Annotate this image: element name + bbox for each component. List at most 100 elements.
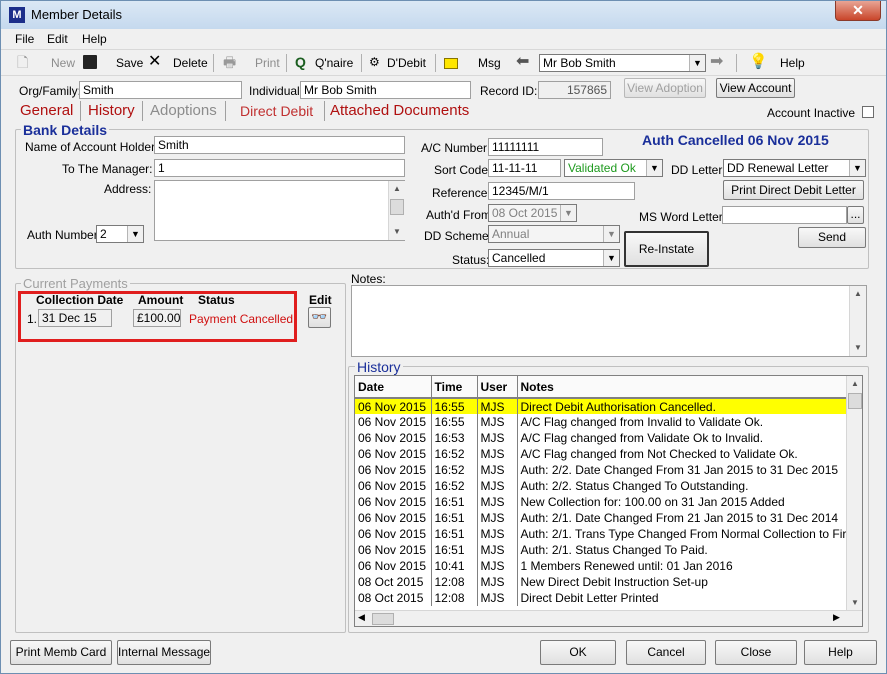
history-row[interactable]: 06 Nov 2015 10:41 MJS 1 Members Renewed unt…: [355, 558, 847, 574]
history-row[interactable]: 08 Oct 2015 12:08 MJS Direct Debit Letter P…: [355, 590, 847, 606]
scroll-thumb[interactable]: [848, 393, 862, 409]
close-button[interactable]: Close: [715, 640, 797, 665]
history-date-header[interactable]: Date: [355, 376, 432, 399]
dd-letter-label: DD Letter:: [671, 163, 726, 177]
tab-separator: [225, 101, 226, 121]
toolbar: 🗋 New Save ✕ Delete 🖶 Print Q Q'naire ⚙ …: [1, 49, 886, 76]
tab-direct-debit[interactable]: Direct Debit: [240, 103, 313, 119]
scroll-up-icon[interactable]: ▲: [389, 181, 405, 197]
help-bulb-icon: 💡: [749, 53, 768, 70]
history-row[interactable]: 06 Nov 2015 16:51 MJS Auth: 2/1. Date Chang…: [355, 510, 847, 526]
view-account-button[interactable]: View Account: [716, 78, 795, 98]
notes-scrollbar[interactable]: ▲ ▼: [849, 286, 866, 356]
ms-word-field[interactable]: [722, 206, 847, 224]
address-scrollbar[interactable]: ▲ ▼: [388, 181, 405, 240]
manager-field[interactable]: 1: [154, 159, 405, 177]
forward-arrow-icon[interactable]: ➡: [710, 54, 723, 70]
history-hscrollbar[interactable]: ◀ ▶: [355, 610, 862, 626]
scroll-down-icon[interactable]: ▼: [850, 340, 866, 356]
chevron-down-icon[interactable]: ▼: [560, 205, 576, 221]
print-dd-letter-button[interactable]: Print Direct Debit Letter: [723, 180, 864, 200]
org-family-field[interactable]: Smith: [79, 81, 242, 99]
history-vscrollbar[interactable]: ▲ ▼: [846, 376, 862, 611]
history-row[interactable]: 06 Nov 2015 16:51 MJS Auth: 2/1. Trans Type…: [355, 526, 847, 542]
status-select[interactable]: Cancelled ▼: [488, 249, 620, 267]
authd-from-value: 08 Oct 2015: [492, 206, 558, 220]
view-adoption-button[interactable]: View Adoption: [624, 78, 706, 98]
qnaire-button[interactable]: Q'naire: [315, 56, 353, 70]
help-button[interactable]: Help: [780, 56, 805, 70]
history-row[interactable]: 06 Nov 2015 16:52 MJS Auth: 2/2. Date Chang…: [355, 462, 847, 478]
history-row[interactable]: 06 Nov 2015 16:52 MJS A/C Flag changed from…: [355, 446, 847, 462]
tab-adoptions[interactable]: Adoptions: [150, 102, 217, 119]
history-row[interactable]: 06 Nov 2015 16:52 MJS Auth: 2/2. Status Cha…: [355, 478, 847, 494]
print-memb-card-button[interactable]: Print Memb Card: [10, 640, 112, 665]
history-cell-time: 16:53: [431, 430, 478, 446]
history-user-header[interactable]: User: [477, 376, 518, 399]
msg-button[interactable]: Msg: [478, 56, 501, 70]
auth-number-value: 2: [100, 227, 107, 241]
chevron-down-icon[interactable]: ▼: [127, 226, 143, 242]
new-button[interactable]: New: [51, 56, 75, 70]
dd-letter-select[interactable]: DD Renewal Letter ▼: [723, 159, 866, 177]
member-select[interactable]: Mr Bob Smith ▼: [539, 54, 706, 72]
history-row[interactable]: 06 Nov 2015 16:55 MJS A/C Flag changed from…: [355, 414, 847, 430]
record-id-field: 157865: [538, 81, 611, 99]
scroll-right-icon[interactable]: ▶: [833, 612, 840, 623]
cancel-button[interactable]: Cancel: [626, 640, 706, 665]
sort-code-field[interactable]: 11-11-11: [488, 159, 561, 177]
history-row[interactable]: 08 Oct 2015 12:08 MJS New Direct Debit Inst…: [355, 574, 847, 590]
individual-field[interactable]: Mr Bob Smith: [300, 81, 471, 99]
tab-history[interactable]: History: [88, 102, 135, 119]
scroll-thumb[interactable]: [372, 613, 394, 625]
authd-from-date[interactable]: 08 Oct 2015 ▼: [488, 204, 577, 222]
reference-field[interactable]: 12345/M/1: [488, 182, 635, 200]
menu-help[interactable]: Help: [82, 32, 107, 46]
internal-message-button[interactable]: Internal Message: [117, 640, 211, 665]
history-cell-time: 16:51: [431, 494, 478, 510]
history-notes-header[interactable]: Notes: [517, 376, 847, 399]
send-button[interactable]: Send: [798, 227, 866, 248]
history-row[interactable]: 06 Nov 2015 16:51 MJS Auth: 2/1. Status Cha…: [355, 542, 847, 558]
history-time-header[interactable]: Time: [431, 376, 478, 399]
scroll-left-icon[interactable]: ◀: [358, 612, 365, 623]
chevron-down-icon[interactable]: ▼: [849, 160, 865, 176]
validation-select[interactable]: Validated Ok ▼: [564, 159, 663, 177]
notes-textarea[interactable]: [351, 285, 867, 357]
ddebit-button[interactable]: D'Debit: [387, 56, 426, 70]
ok-button[interactable]: OK: [540, 640, 616, 665]
re-instate-button[interactable]: Re-Instate: [624, 231, 709, 267]
back-arrow-icon[interactable]: ⬅: [516, 54, 529, 70]
chevron-down-icon[interactable]: ▼: [689, 55, 705, 71]
menu-file[interactable]: File: [15, 32, 34, 46]
window-close-button[interactable]: ✕: [835, 1, 881, 21]
history-row[interactable]: 06 Nov 2015 16:55 MJS Direct Debit Authoris…: [355, 398, 847, 414]
history-row[interactable]: 06 Nov 2015 16:53 MJS A/C Flag changed from…: [355, 430, 847, 446]
scroll-up-icon[interactable]: ▲: [847, 376, 862, 392]
address-textarea[interactable]: [154, 180, 405, 241]
scroll-down-icon[interactable]: ▼: [389, 224, 405, 240]
scroll-up-icon[interactable]: ▲: [850, 286, 866, 302]
history-cell-time: 10:41: [431, 558, 478, 574]
delete-button[interactable]: Delete: [173, 56, 208, 70]
edit-glasses-icon[interactable]: 👓: [308, 307, 331, 328]
tab-attached-documents[interactable]: Attached Documents: [330, 102, 469, 119]
dd-scheme-select[interactable]: Annual ▼: [488, 225, 620, 243]
chevron-down-icon[interactable]: ▼: [603, 250, 619, 266]
chevron-down-icon[interactable]: ▼: [603, 226, 619, 242]
chevron-down-icon[interactable]: ▼: [646, 160, 662, 176]
browse-button[interactable]: ...: [847, 206, 864, 224]
print-button[interactable]: Print: [255, 56, 280, 70]
save-button[interactable]: Save: [116, 56, 143, 70]
ac-number-field[interactable]: 11111111: [488, 138, 603, 156]
help-footer-button[interactable]: Help: [804, 640, 877, 665]
history-row[interactable]: 06 Nov 2015 16:51 MJS New Collection for: 1…: [355, 494, 847, 510]
menu-edit[interactable]: Edit: [47, 32, 68, 46]
tab-general[interactable]: General: [20, 102, 73, 119]
scroll-thumb[interactable]: [390, 199, 404, 215]
holder-field[interactable]: Smith: [154, 136, 405, 154]
validation-value: Validated Ok: [568, 161, 636, 175]
auth-number-select[interactable]: 2 ▼: [96, 225, 144, 243]
scroll-down-icon[interactable]: ▼: [847, 595, 862, 611]
account-inactive-checkbox[interactable]: [862, 106, 874, 118]
